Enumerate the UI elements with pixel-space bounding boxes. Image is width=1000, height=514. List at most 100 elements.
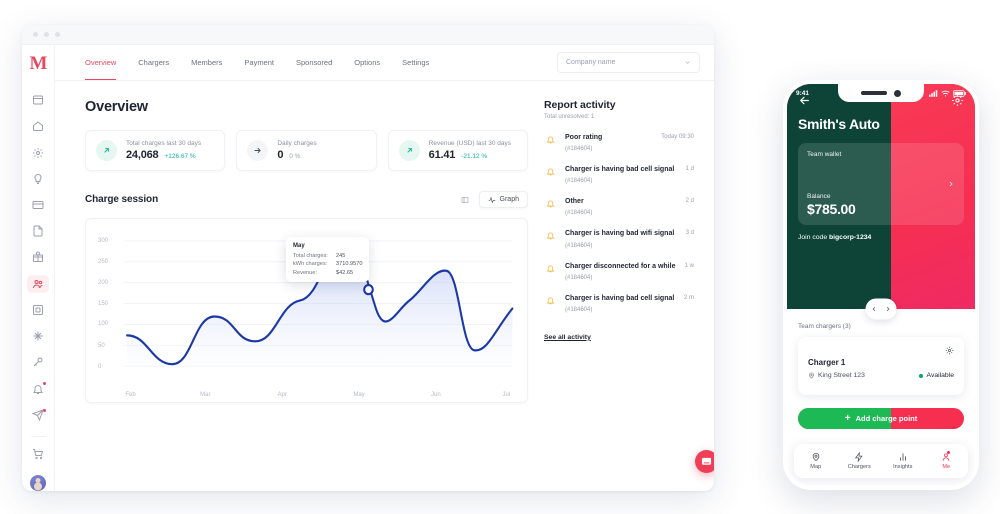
window-maximize-button[interactable] — [55, 32, 60, 37]
tooltip-value: 245 — [336, 253, 346, 259]
chart-tooltip: May Total charges: 245 kWh charges: 3710… — [286, 237, 370, 283]
team-wallet-card[interactable]: Team wallet Balance $785.00 — [798, 143, 964, 225]
activity-id: (#184604) — [565, 146, 593, 153]
tooltip-key: Revenue: — [293, 269, 317, 276]
sidebar-item-browser[interactable] — [27, 91, 49, 109]
sidebar-item-grid[interactable] — [27, 301, 49, 319]
activity-id: (#184604) — [565, 306, 593, 313]
bell-alert-icon — [544, 229, 557, 242]
x-tick-may: May — [353, 392, 365, 398]
tab-chargers[interactable]: Chargers — [138, 45, 169, 80]
arrow-up-right-icon — [96, 140, 117, 161]
person-icon — [941, 452, 951, 462]
tab-options[interactable]: Options — [354, 45, 380, 80]
y-tick-150: 150 — [98, 301, 109, 308]
add-charge-point-button[interactable]: + Add charge point — [798, 408, 964, 429]
tab-insights[interactable]: Insights — [881, 452, 925, 470]
activity-item[interactable]: Charger is having bad wifi signal 3 d (#… — [544, 229, 694, 249]
activity-id: (#184604) — [565, 210, 593, 217]
company-select[interactable]: Company name — [557, 52, 700, 73]
graph-view-button[interactable]: Graph — [478, 191, 528, 208]
activity-name: Charger is having bad cell signal — [565, 294, 675, 302]
stat-card-revenue[interactable]: Revenue (USD) last 30 days 61.41 -21.12 … — [387, 130, 528, 171]
stat-label: Revenue (USD) last 30 days — [428, 140, 512, 147]
stat-card-total-charges[interactable]: Total charges last 30 days 24,068 +126.6… — [85, 130, 226, 171]
x-tick-apr: Apr — [277, 392, 287, 398]
sidebar-item-documents[interactable] — [27, 222, 49, 240]
tab-map[interactable]: Map — [794, 452, 838, 470]
chevron-left-icon[interactable] — [871, 306, 878, 313]
charger-name: Charger 1 — [808, 358, 846, 367]
tab-overview[interactable]: Overview — [85, 45, 117, 80]
activity-item[interactable]: Poor rating Today 09:30 (#184604) — [544, 133, 694, 152]
sidebar-rail: M — [22, 45, 55, 491]
tab-me[interactable]: Me — [925, 451, 969, 470]
sidebar-item-notifications[interactable] — [27, 379, 49, 397]
arrow-right-icon — [247, 140, 269, 161]
stat-label: Total charges last 30 days — [126, 140, 202, 147]
window-close-button[interactable] — [33, 32, 38, 37]
phone-hero: 9:41 Smith's Auto Team wallet Balance $7 — [787, 84, 975, 309]
charger-card[interactable]: Charger 1 King Street 123 Available — [798, 337, 964, 395]
sidebar-item-billing[interactable] — [27, 196, 49, 214]
activity-item[interactable]: Charger is having bad cell signal 2 m (#… — [544, 294, 694, 313]
carousel-nav — [865, 298, 897, 320]
sidebar-item-keys[interactable] — [27, 353, 49, 371]
activity-id: (#184604) — [565, 242, 593, 249]
activity-item[interactable]: Other 2 d (#184604) — [544, 197, 694, 216]
x-tick-feb: Feb — [125, 392, 136, 398]
chat-support-button[interactable] — [695, 450, 714, 473]
activity-time: 2 m — [683, 294, 694, 301]
nav-tabs: Overview Chargers Members Payment Sponso… — [85, 45, 429, 80]
sidebar-item-messages[interactable] — [27, 406, 49, 424]
charger-address: King Street 123 — [808, 372, 865, 379]
tab-map-label: Map — [810, 464, 822, 470]
sidebar-divider — [30, 435, 46, 437]
pin-icon — [811, 452, 821, 462]
y-tick-200: 200 — [98, 280, 109, 287]
activity-item[interactable]: Charger disconnected for a while 1 w (#1… — [544, 262, 694, 281]
users-icon — [32, 278, 44, 290]
sidebar-item-settings[interactable] — [27, 143, 49, 161]
tab-sponsored[interactable]: Sponsored — [296, 45, 332, 80]
wallet-label: Team wallet — [807, 151, 842, 158]
activity-item[interactable]: Charger is having bad cell signal 1 d (#… — [544, 165, 694, 184]
activity-name: Poor rating — [565, 134, 603, 141]
graph-view-label: Graph — [499, 196, 519, 203]
gear-icon[interactable] — [945, 346, 954, 355]
sidebar-item-cart[interactable] — [27, 445, 49, 463]
y-tick-300: 300 — [98, 237, 109, 244]
bell-alert-icon — [544, 294, 557, 307]
tab-chargers[interactable]: Chargers — [838, 452, 882, 470]
chevron-right-icon[interactable] — [885, 306, 892, 313]
sidebar-item-users[interactable] — [27, 274, 49, 293]
top-navbar: Overview Chargers Members Payment Sponso… — [55, 45, 714, 81]
see-all-activity-link[interactable]: See all activity — [544, 334, 591, 341]
settings-icon — [32, 147, 44, 159]
tab-settings[interactable]: Settings — [402, 45, 429, 80]
tooltip-key: Total charges: — [293, 253, 328, 259]
tab-members[interactable]: Members — [191, 45, 222, 80]
sidebar-item-sparkle[interactable] — [27, 327, 49, 345]
activity-time: 2 d — [685, 198, 694, 205]
app-logo[interactable]: M — [30, 54, 48, 73]
stat-delta: 0 % — [289, 153, 301, 160]
stat-card-daily-charges[interactable]: Daily charges 0 0 % — [236, 130, 377, 171]
tab-payment[interactable]: Payment — [244, 45, 274, 80]
page-title: Overview — [85, 99, 148, 115]
messages-dot — [43, 408, 46, 412]
sidebar-item-home[interactable] — [27, 117, 49, 135]
chart-plot-area[interactable]: 300 250 200 150 100 50 0 Feb Mar Apr May… — [90, 229, 517, 398]
y-tick-100: 100 — [98, 321, 109, 328]
chevron-right-icon[interactable] — [947, 180, 955, 188]
sidebar-item-rewards[interactable] — [27, 248, 49, 266]
bell-alert-icon — [544, 262, 557, 275]
window-minimize-button[interactable] — [44, 32, 49, 37]
tooltip-title: May — [293, 243, 305, 249]
key-icon — [32, 356, 44, 368]
table-view-button[interactable] — [457, 191, 474, 208]
tab-me-label: Me — [942, 464, 951, 470]
avatar[interactable] — [30, 474, 46, 491]
tab-me-badge-dot — [947, 451, 950, 454]
sidebar-item-ideas[interactable] — [27, 170, 49, 188]
